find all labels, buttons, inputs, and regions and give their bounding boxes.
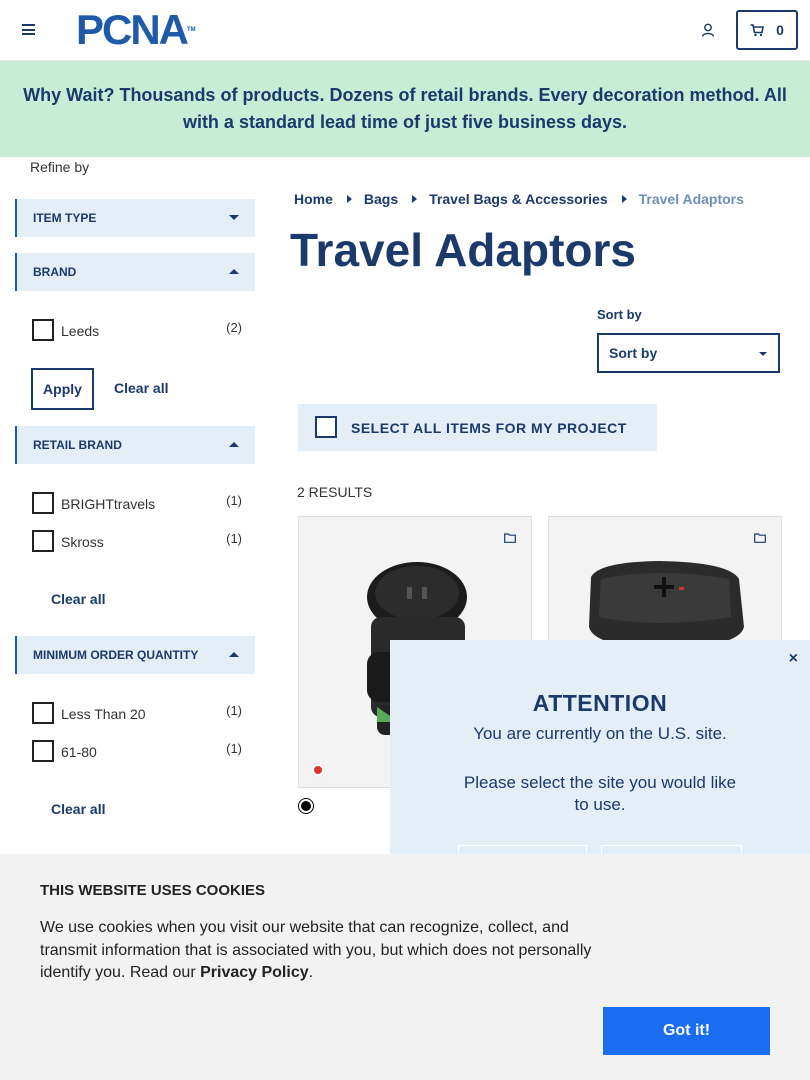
filter-option-label: Skross (61, 534, 104, 550)
filter-option-label: Leeds (61, 323, 100, 339)
chevron-right-icon (346, 195, 352, 203)
filter-option-count: (1) (226, 531, 242, 546)
promo-banner: Why Wait? Thousands of products. Dozens … (0, 61, 810, 157)
hamburger-menu-icon[interactable] (22, 24, 35, 35)
promo-banner-text: Why Wait? Thousands of products. Dozens … (23, 85, 787, 132)
facet-retail-brand[interactable]: RETAIL BRAND (15, 426, 255, 464)
sort-select[interactable]: Sort by (597, 333, 780, 373)
cart-count: 0 (776, 22, 784, 38)
facet-title: RETAIL BRAND (33, 438, 122, 452)
filter-option-61-80[interactable]: 61-80 (1) (32, 740, 242, 762)
breadcrumb-bags[interactable]: Bags (364, 191, 398, 207)
color-swatch-black[interactable] (299, 799, 313, 813)
cookie-body-end: . (308, 964, 314, 981)
filter-option-label: Less Than 20 (61, 706, 146, 722)
sort-selected-value: Sort by (609, 345, 658, 361)
sort-label: Sort by (597, 307, 642, 322)
add-to-project-icon[interactable] (754, 533, 766, 543)
cookie-body-text: We use cookies when you visit our websit… (40, 919, 592, 981)
chevron-right-icon (621, 195, 627, 203)
got-it-button[interactable]: Got it! (603, 1007, 770, 1055)
filter-option-label: 61-80 (61, 744, 97, 760)
checkbox[interactable] (32, 319, 54, 341)
select-all-checkbox[interactable] (315, 416, 337, 438)
chevron-right-icon (412, 195, 418, 203)
add-to-project-icon[interactable] (504, 533, 516, 543)
clear-all-brand-link[interactable]: Clear all (114, 380, 168, 396)
close-icon[interactable]: × (789, 650, 798, 668)
filter-option-count: (1) (226, 703, 242, 718)
checkbox[interactable] (32, 530, 54, 552)
filter-option-count: (1) (226, 493, 242, 508)
clear-all-retail-brand-link[interactable]: Clear all (51, 591, 105, 607)
refine-by-label: Refine by (30, 159, 90, 175)
facet-item-type[interactable]: ITEM TYPE (15, 199, 255, 237)
chevron-down-icon (229, 215, 239, 220)
privacy-policy-link[interactable]: Privacy Policy (200, 964, 309, 981)
filter-option-skross[interactable]: Skross (1) (32, 530, 242, 552)
chevron-up-icon (229, 269, 239, 274)
filter-option-label: BRIGHTtravels (61, 496, 156, 512)
facet-title: MINIMUM ORDER QUANTITY (33, 648, 199, 662)
account-icon[interactable] (700, 22, 716, 38)
checkbox[interactable] (32, 740, 54, 762)
breadcrumb-home[interactable]: Home (294, 191, 333, 207)
facet-title: ITEM TYPE (33, 211, 97, 225)
breadcrumb: Home Bags Travel Bags & Accessories Trav… (294, 191, 744, 207)
cart-icon (750, 23, 765, 36)
filter-option-count: (2) (226, 320, 242, 335)
modal-title: ATTENTION (532, 690, 668, 716)
modal-current-site-text: You are currently on the U.S. site. (473, 724, 727, 743)
filter-option-leeds[interactable]: Leeds (2) (32, 319, 242, 341)
cookie-title: THIS WEBSITE USES COOKIES (40, 882, 266, 899)
checkbox[interactable] (32, 702, 54, 724)
select-all-label: SELECT ALL ITEMS FOR MY PROJECT (351, 420, 627, 436)
facet-brand[interactable]: BRAND (15, 253, 255, 291)
facet-minimum-order-quantity[interactable]: MINIMUM ORDER QUANTITY (15, 636, 255, 674)
page-title: Travel Adaptors (290, 224, 636, 276)
cookie-body: We use cookies when you visit our websit… (40, 917, 610, 985)
apply-button[interactable]: Apply (31, 368, 94, 410)
facet-title: BRAND (33, 265, 77, 279)
filter-option-count: (1) (226, 741, 242, 756)
cart-button[interactable]: 0 (736, 10, 798, 50)
filter-option-less-than-20[interactable]: Less Than 20 (1) (32, 702, 242, 724)
chevron-down-icon (759, 352, 767, 356)
modal-select-site-text: Please select the site you would like to… (463, 773, 737, 814)
checkbox[interactable] (32, 492, 54, 514)
chevron-up-icon (229, 442, 239, 447)
color-swatch-red[interactable] (311, 763, 325, 777)
filter-option-brighttravels[interactable]: BRIGHTtravels (1) (32, 492, 242, 514)
site-header: PCNATM 0 (0, 0, 810, 61)
select-all-for-project[interactable]: SELECT ALL ITEMS FOR MY PROJECT (298, 404, 657, 451)
pcna-logo[interactable]: PCNATM (76, 9, 196, 51)
breadcrumb-travel-bags[interactable]: Travel Bags & Accessories (429, 191, 607, 207)
clear-all-moq-link[interactable]: Clear all (51, 801, 105, 817)
breadcrumb-current: Travel Adaptors (638, 191, 744, 207)
site-selection-modal: × ATTENTION You are currently on the U.S… (390, 640, 810, 875)
results-count: 2 RESULTS (297, 484, 373, 500)
chevron-up-icon (229, 652, 239, 657)
cookie-banner: THIS WEBSITE USES COOKIES We use cookies… (0, 854, 810, 1080)
